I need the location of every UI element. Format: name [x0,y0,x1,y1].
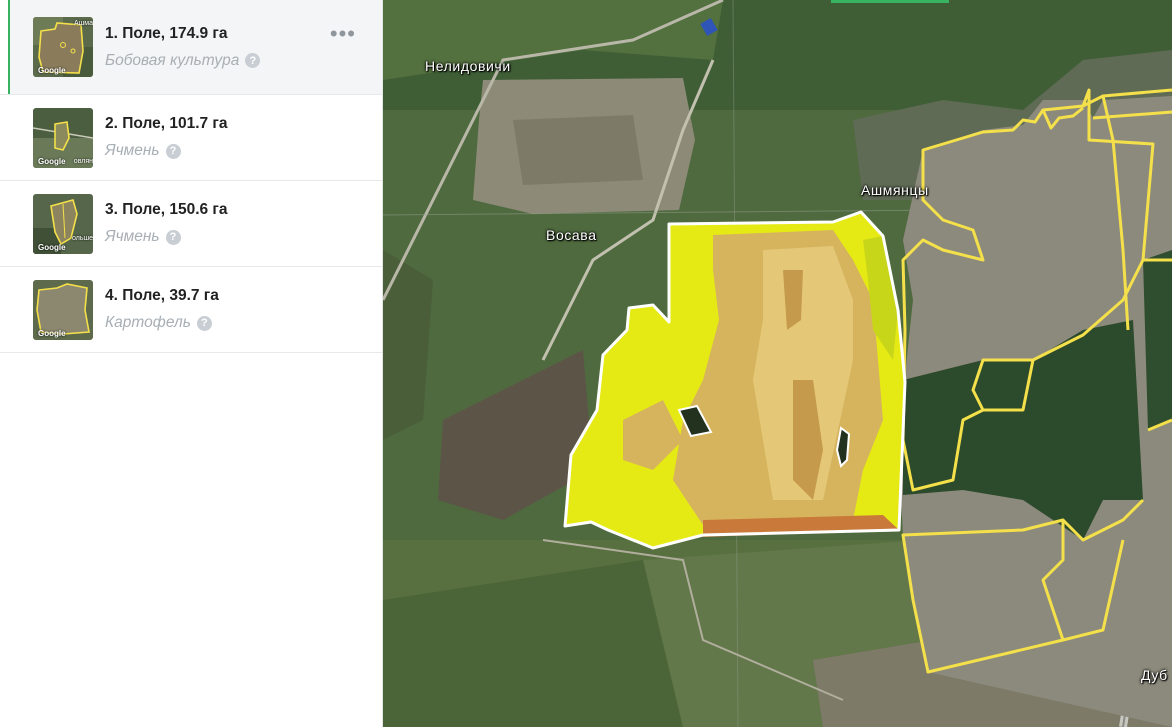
field-item-3[interactable]: ольше Google 3. Поле, 150.6 га Ячмень ? [0,181,382,267]
field-crop: Бобовая культура ? [105,51,261,71]
field-crop: Ячмень ? [105,141,228,161]
field-thumbnail: Google [33,279,93,340]
field-title: 2. Поле, 101.7 га [105,115,228,132]
google-watermark: Google [38,156,66,166]
field-title: 3. Поле, 150.6 га [105,201,228,218]
place-label-ashmyantsy: Ашмянцы [861,182,929,198]
thumbnail-place-label: овлян [73,157,93,165]
more-options-button[interactable]: ••• [330,23,356,45]
field-thumbnail: овлян Google [33,107,93,168]
google-watermark: Google [38,242,66,252]
thumbnail-place-label: Ашма [74,20,93,27]
place-label-dub: Дуб [1141,667,1168,683]
field-list-sidebar: Ашма Google 1. Поле, 174.9 га Бобовая ку… [0,0,383,727]
place-label-vosava: Восава [546,227,597,243]
field-crop-label: Картофель [105,314,191,331]
help-icon[interactable]: ? [196,315,212,331]
field-thumbnail: ольше Google [33,193,93,254]
field-title: 1. Поле, 174.9 га [105,24,228,42]
app: Ашма Google 1. Поле, 174.9 га Бобовая ку… [0,0,1172,727]
google-watermark: Google [38,66,66,75]
field-item-2[interactable]: овлян Google 2. Поле, 101.7 га Ячмень ? [0,95,382,181]
field-thumbnail: Ашма Google [33,17,93,77]
field-info: 3. Поле, 150.6 га Ячмень ? [105,200,228,247]
satellite-imagery [383,0,1172,727]
field-list: Ашма Google 1. Поле, 174.9 га Бобовая ку… [0,0,382,353]
field-crop: Картофель ? [105,313,219,333]
field-crop-label: Бобовая культура [105,51,240,69]
field-crop-label: Ячмень [105,228,160,245]
field-title: 4. Поле, 39.7 га [105,287,219,304]
field-info: 4. Поле, 39.7 га Картофель ? [105,286,219,333]
field-crop: Ячмень ? [105,227,228,247]
satellite-map[interactable]: Нелидовичи Восава Ашмянцы Дуб [383,0,1172,727]
help-icon[interactable]: ? [165,143,181,159]
field-crop-label: Ячмень [105,142,160,159]
thumbnail-place-label: ольше [72,234,93,242]
field-info: 1. Поле, 174.9 га Бобовая культура ? [105,24,261,71]
help-icon[interactable]: ? [165,229,181,245]
google-watermark: Google [38,328,66,338]
field-info: 2. Поле, 101.7 га Ячмень ? [105,114,228,161]
field-item-1[interactable]: Ашма Google 1. Поле, 174.9 га Бобовая ку… [0,0,382,95]
help-icon[interactable]: ? [245,53,261,68]
place-label-nelidovichi: Нелидовичи [425,58,511,74]
field-item-4[interactable]: Google 4. Поле, 39.7 га Картофель ? [0,267,382,353]
